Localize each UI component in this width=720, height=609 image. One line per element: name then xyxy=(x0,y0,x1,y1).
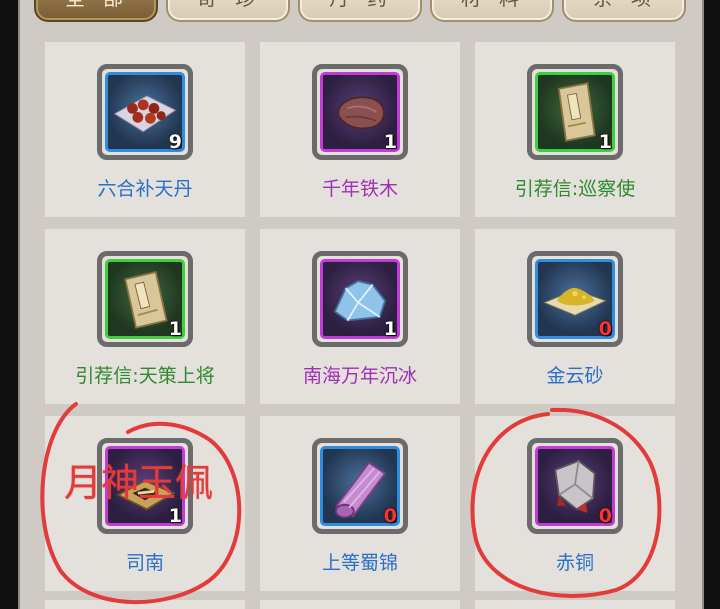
item-slot[interactable]: 0 xyxy=(312,438,408,534)
item-slot[interactable]: 1 xyxy=(97,251,193,347)
item-name: 司南 xyxy=(125,552,164,574)
item-card[interactable]: 1 千年铁木 xyxy=(260,42,460,217)
item-name: 金云砂 xyxy=(546,365,604,387)
item-count: 1 xyxy=(168,318,182,340)
category-tabs: 全部 奇珍 丹药 材料 杂项 xyxy=(0,0,720,26)
item-card[interactable]: 9 六合补天丹 xyxy=(45,42,245,217)
tab-all[interactable]: 全部 xyxy=(34,0,158,22)
item-count: 0 xyxy=(598,505,612,527)
item-count: 1 xyxy=(168,505,182,527)
item-card[interactable]: 1 南海万年沉冰 xyxy=(260,229,460,404)
item-count: 0 xyxy=(598,318,612,340)
item-card[interactable]: 0 金云砂 xyxy=(475,229,675,404)
item-name: 千年铁木 xyxy=(321,178,398,200)
item-card[interactable]: 0 上等蜀锦 xyxy=(260,416,460,591)
tab-elixirs[interactable]: 丹药 xyxy=(298,0,422,22)
tab-misc[interactable]: 杂项 xyxy=(562,0,686,22)
tab-treasures[interactable]: 奇珍 xyxy=(166,0,290,22)
item-slot[interactable]: 1 xyxy=(312,251,408,347)
item-name: 六合补天丹 xyxy=(97,178,193,200)
item-card[interactable]: 1 引荐信:巡察使 xyxy=(475,42,675,217)
item-slot[interactable]: 1 xyxy=(312,64,408,160)
item-name: 南海万年沉冰 xyxy=(302,365,417,387)
item-count: 1 xyxy=(598,131,612,153)
item-name: 引荐信:天策上将 xyxy=(75,365,215,387)
item-name: 赤铜 xyxy=(555,552,594,574)
annotation-text: 月神玉佩 xyxy=(64,461,213,505)
item-count: 9 xyxy=(168,131,182,153)
item-slot[interactable]: 0 xyxy=(527,251,623,347)
tab-materials[interactable]: 材料 xyxy=(430,0,554,22)
item-card-partial xyxy=(45,600,245,609)
item-slot[interactable]: 1 xyxy=(527,64,623,160)
item-slot[interactable]: 0 xyxy=(527,438,623,534)
item-slot[interactable]: 9 xyxy=(97,64,193,160)
item-name: 上等蜀锦 xyxy=(321,552,398,574)
item-count: 0 xyxy=(383,505,397,527)
item-count: 1 xyxy=(383,131,397,153)
item-card-partial xyxy=(260,600,460,609)
item-card-partial xyxy=(475,600,675,609)
item-name: 引荐信:巡察使 xyxy=(514,178,636,200)
item-card[interactable]: 0 赤铜 xyxy=(475,416,675,591)
item-card[interactable]: 1 引荐信:天策上将 xyxy=(45,229,245,404)
item-count: 1 xyxy=(383,318,397,340)
